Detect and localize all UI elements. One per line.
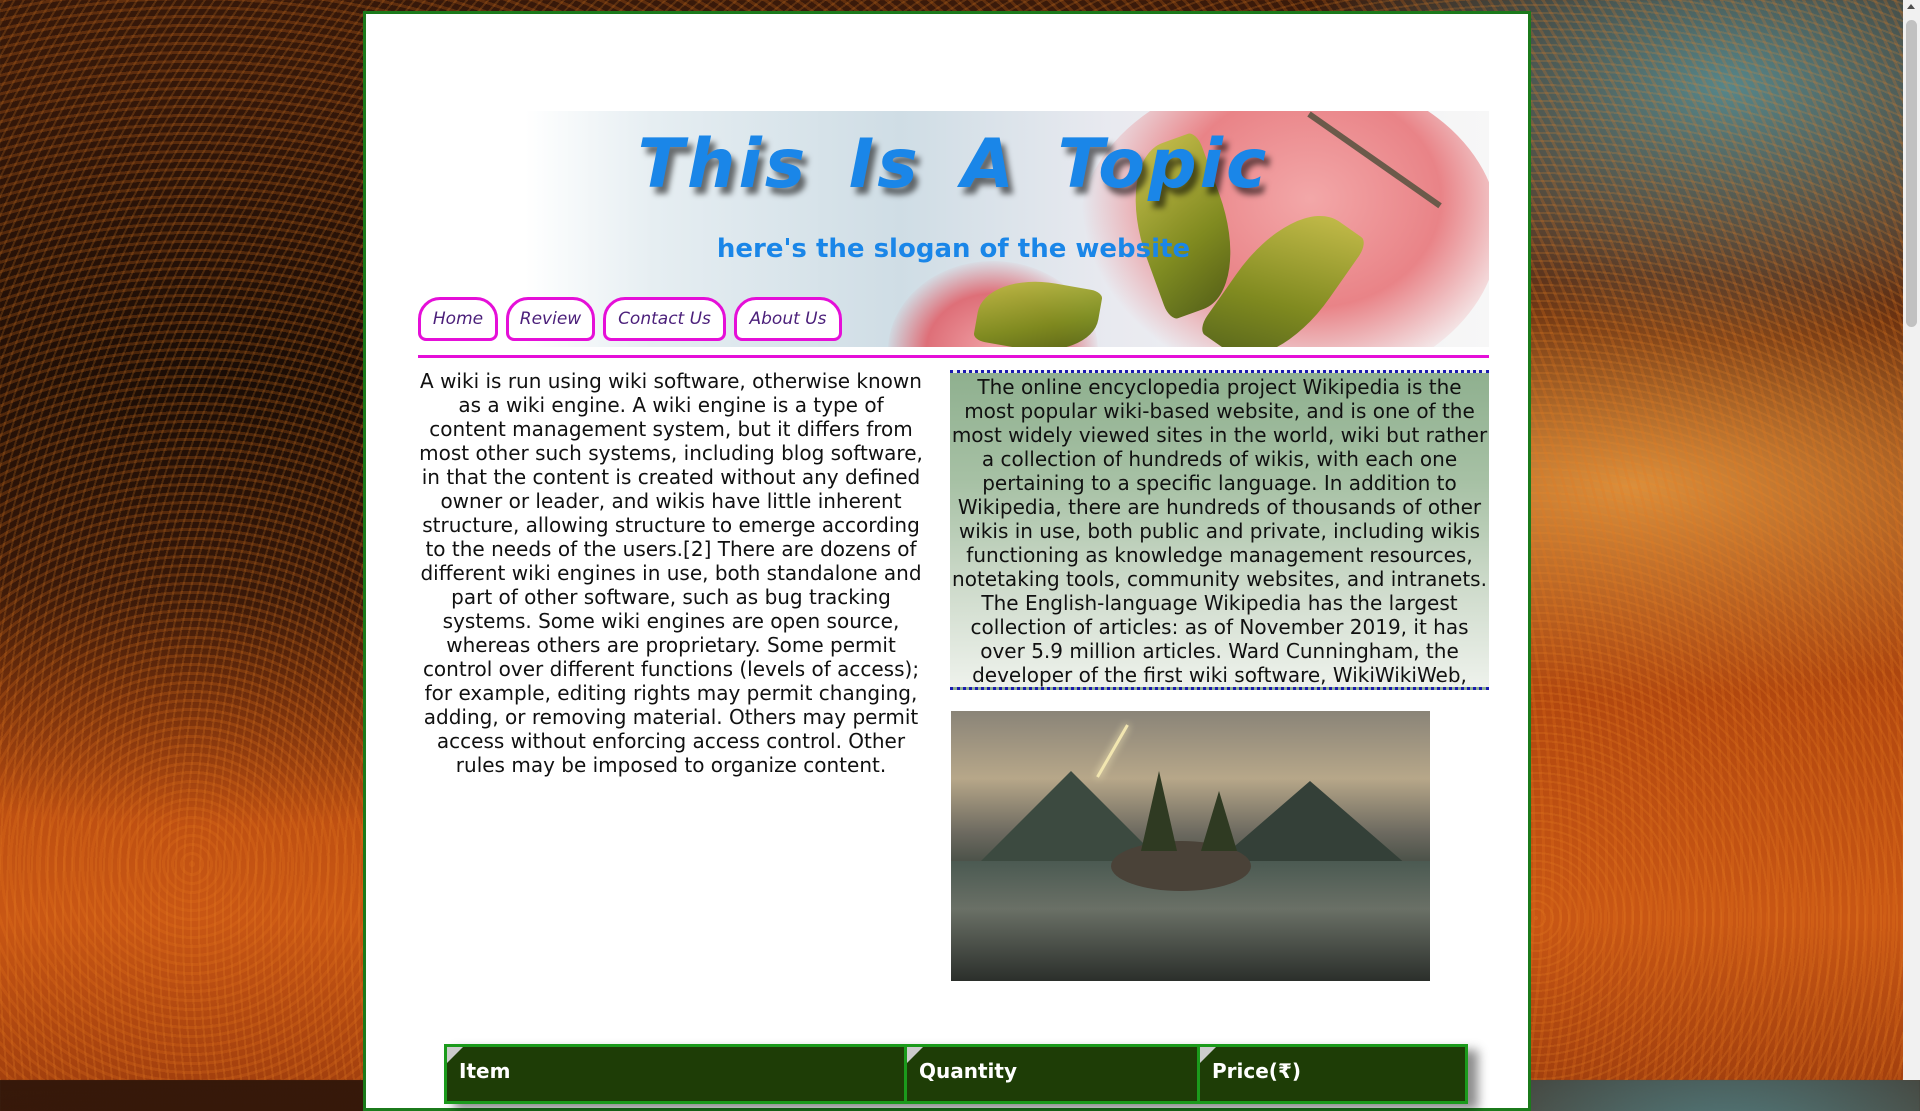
scroll-up-arrow-icon[interactable] — [1907, 4, 1915, 9]
main-article-text: A wiki is run using wiki software, other… — [419, 369, 923, 777]
photo-tree-decoration — [1201, 791, 1237, 851]
price-table: Item Quantity Price(₹) — [444, 1044, 1468, 1104]
table-header-label: Quantity — [919, 1059, 1017, 1083]
header-corner-decoration — [447, 1047, 463, 1063]
table-header-label: Price(₹) — [1212, 1059, 1301, 1083]
photo-tree-decoration — [1141, 771, 1177, 851]
sidebar-article-text: The online encyclopedia project Wikipedi… — [950, 370, 1489, 690]
table-header-item: Item — [447, 1047, 907, 1101]
table-header-price: Price(₹) — [1200, 1047, 1465, 1101]
table-header-quantity: Quantity — [907, 1047, 1200, 1101]
nav-home-button[interactable]: Home — [418, 297, 498, 341]
site-slogan: here's the slogan of the website — [716, 234, 1191, 264]
nav-contact-us-button[interactable]: Contact Us — [603, 297, 726, 341]
header-corner-decoration — [907, 1047, 923, 1063]
table-header-label: Item — [459, 1059, 511, 1083]
nav-about-us-button[interactable]: About Us — [734, 297, 842, 341]
header-corner-decoration — [1200, 1047, 1216, 1063]
photo-lightning-decoration — [1096, 724, 1129, 778]
price-table-header-row: Item Quantity Price(₹) — [444, 1044, 1468, 1104]
site-title: This Is A Topic — [637, 125, 1270, 204]
nav-underline — [418, 355, 1489, 358]
landscape-photo — [951, 711, 1430, 981]
scrollbar-thumb[interactable] — [1906, 20, 1917, 327]
vertical-scrollbar[interactable] — [1903, 0, 1920, 1080]
nav-review-button[interactable]: Review — [506, 297, 595, 341]
page-container: This Is A Topic here's the slogan of the… — [363, 11, 1531, 1111]
